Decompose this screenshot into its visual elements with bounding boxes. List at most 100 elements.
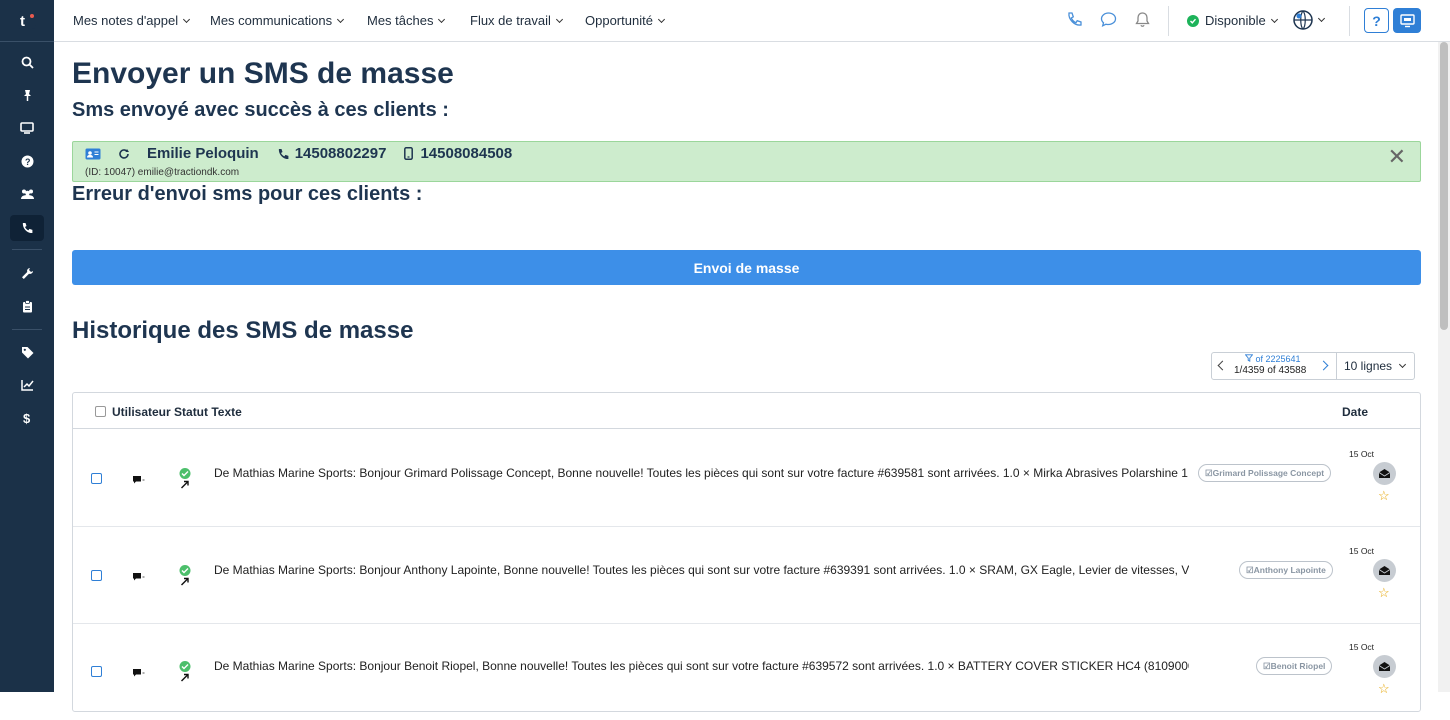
sidebar: t ? $ [0, 0, 54, 692]
sms-text[interactable]: De Mathias Marine Sports: Bonjour Grimar… [214, 466, 1189, 480]
svg-text:?: ? [25, 157, 31, 167]
page-scrollbar[interactable] [1438, 42, 1450, 692]
sidebar-item-users[interactable] [10, 181, 44, 207]
row-checkbox[interactable] [91, 473, 102, 484]
envelope-icon[interactable] [1373, 462, 1396, 485]
phone-icon [22, 223, 33, 234]
sidebar-divider [12, 249, 42, 250]
table-row[interactable]: De Mathias Marine Sports: Bonjour Grimar… [73, 430, 1420, 527]
sent-status-icon [178, 468, 192, 495]
sidebar-item-search[interactable] [10, 49, 44, 75]
client-tag[interactable]: ☑ Grimard Polissage Concept [1198, 464, 1332, 482]
page-count: 1/4359 of 43588 [1234, 365, 1307, 376]
sidebar-item-billing[interactable]: $ [10, 405, 44, 431]
client-tag[interactable]: ☑ Benoit Riopel [1256, 657, 1333, 675]
client-name[interactable]: Emilie Peloquin [147, 145, 259, 162]
phone-icon[interactable] [1066, 11, 1082, 34]
client-tag[interactable]: ☑ Anthony Lapointe [1239, 561, 1333, 579]
chevron-down-icon [657, 15, 665, 23]
scrollbar-thumb[interactable] [1440, 42, 1448, 330]
sms-text[interactable]: De Mathias Marine Sports: Bonjour Benoit… [214, 659, 1189, 673]
chevron-down-icon [1317, 14, 1326, 23]
table-row[interactable]: De Mathias Marine Sports: Bonjour Benoit… [73, 623, 1420, 720]
row-checkbox[interactable] [91, 666, 102, 677]
sidebar-item-tools[interactable] [10, 260, 44, 286]
top-navigation: Mes notes d'appel Mes communications Mes… [54, 0, 1450, 42]
error-heading: Erreur d'envoi sms pour ces clients : [72, 183, 423, 205]
chevron-left-icon[interactable] [1217, 360, 1228, 371]
bell-icon[interactable] [1135, 11, 1150, 33]
sidebar-item-pin[interactable] [10, 82, 44, 108]
mobile-icon [404, 147, 414, 160]
svg-text:t: t [20, 13, 25, 30]
sms-type-icon [132, 665, 146, 683]
rows-per-page-select[interactable]: 10 lignes [1336, 352, 1415, 380]
star-icon[interactable]: ☆ [1378, 681, 1390, 697]
history-title: Historique des SMS de masse [72, 317, 414, 344]
filter-icon [1244, 354, 1254, 362]
select-all-checkbox[interactable] [95, 406, 106, 417]
sms-type-icon [132, 472, 146, 490]
logo-icon[interactable]: t [17, 10, 37, 30]
sidebar-item-help[interactable]: ? [10, 148, 44, 174]
row-checkbox[interactable] [91, 570, 102, 581]
client-mobile[interactable]: 14508084508 [420, 145, 512, 162]
chart-icon [20, 380, 34, 391]
help-button[interactable]: ? [1364, 8, 1389, 33]
sidebar-item-phone[interactable] [10, 215, 44, 241]
filter-count[interactable]: of 2225641 [1244, 354, 1301, 364]
close-icon[interactable]: ✕ [1388, 144, 1406, 170]
sidebar-item-tags[interactable] [10, 339, 44, 365]
sms-date: 15 Oct [1349, 449, 1375, 459]
nav-opportunity[interactable]: Opportunité [585, 13, 665, 28]
mass-send-button[interactable]: Envoi de masse [72, 250, 1421, 285]
tag-icon [21, 346, 33, 358]
nav-workflow[interactable]: Flux de travail [470, 13, 563, 28]
status-dropdown[interactable]: Disponible [1187, 13, 1278, 28]
users-icon [20, 189, 34, 199]
column-header-date[interactable]: Date [1342, 405, 1368, 419]
success-heading: Sms envoyé avec succès à ces clients : [72, 99, 449, 121]
chevron-down-icon [438, 15, 446, 23]
wrench-icon [21, 267, 33, 279]
phone-icon [278, 148, 289, 159]
avatar-dropdown[interactable] [1293, 10, 1326, 30]
contact-card-icon[interactable] [85, 148, 101, 160]
help-circle-icon: ? [21, 155, 33, 167]
sms-date: 15 Oct [1349, 546, 1375, 556]
star-icon[interactable]: ☆ [1378, 488, 1390, 504]
sent-status-icon [178, 565, 192, 592]
sidebar-item-clipboard[interactable] [10, 293, 44, 319]
sidebar-item-stats[interactable] [10, 372, 44, 398]
dollar-icon: $ [23, 411, 31, 425]
chat-icon[interactable] [1100, 11, 1117, 33]
chevron-down-icon [1270, 15, 1278, 23]
clipboard-icon [22, 299, 32, 312]
column-headers: Utilisateur Statut Texte [112, 405, 242, 419]
sms-text[interactable]: De Mathias Marine Sports: Bonjour Anthon… [214, 563, 1189, 577]
chevron-right-icon[interactable] [1318, 360, 1329, 371]
table-row[interactable]: De Mathias Marine Sports: Bonjour Anthon… [73, 527, 1420, 624]
check-icon [1187, 14, 1199, 27]
nav-call-notes[interactable]: Mes notes d'appel [73, 13, 191, 28]
envelope-icon[interactable] [1373, 559, 1396, 582]
table-header: Utilisateur Statut Texte Date [73, 393, 1420, 429]
chevron-down-icon [337, 15, 345, 23]
sidebar-item-monitor[interactable] [10, 115, 44, 141]
star-icon[interactable]: ☆ [1378, 585, 1390, 601]
client-phone[interactable]: 14508802297 [295, 145, 387, 162]
topbar-divider [1168, 6, 1169, 36]
search-icon [21, 56, 34, 69]
sidebar-divider [12, 329, 42, 330]
monitor-icon [20, 122, 34, 134]
chevron-down-icon [1399, 360, 1407, 369]
globe-avatar-icon [1293, 10, 1313, 30]
nav-tasks[interactable]: Mes tâches [367, 13, 446, 28]
envelope-icon[interactable] [1373, 655, 1396, 678]
refresh-icon[interactable] [118, 148, 130, 160]
chat-screen-button[interactable] [1393, 8, 1421, 33]
nav-communications[interactable]: Mes communications [210, 13, 345, 28]
pin-icon [23, 89, 31, 101]
sms-type-icon [132, 569, 146, 587]
svg-text:$: $ [23, 411, 31, 425]
